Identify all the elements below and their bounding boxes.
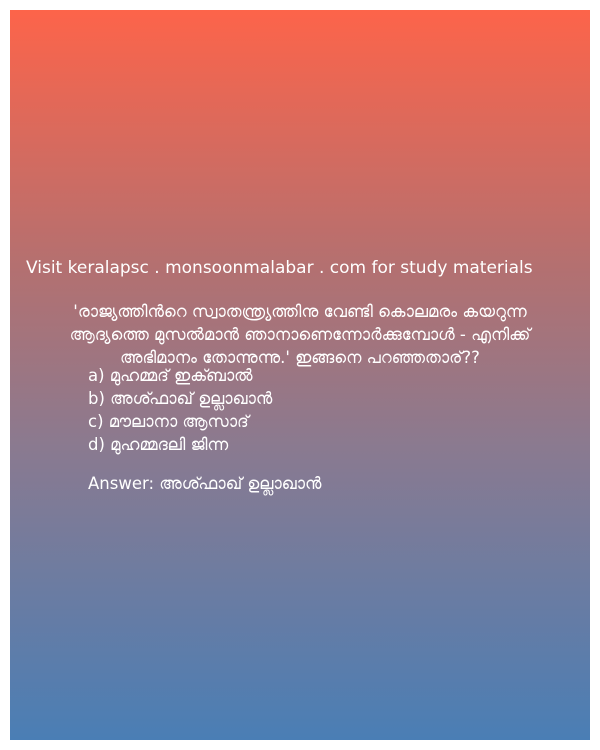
option-c: c) മൗലാനാ ആസാദ് (88, 412, 249, 431)
question-text: 'രാജ്യത്തിൻറെ സ്വാതന്ത്ര്യത്തിനു വേണ്ടി … (16, 300, 584, 369)
option-a: a) മുഹമ്മദ് ഇക്ബാൽ (88, 366, 253, 385)
option-b: b) അശ്ഫാഖ് ഉല്ലാഖാൻ (88, 389, 273, 408)
quiz-card: Visit keralapsc . monsoonmalabar . com f… (10, 10, 590, 740)
option-d: d) മുഹമ്മദലി ജിന്ന (88, 435, 229, 454)
question-line: ആദ്യത്തെ മുസൽമാൻ ഞാനാണെന്നോർക്കുമ്പോൾ - … (69, 325, 531, 344)
answer-text: Answer: അശ്ഫാഖ് ഉല്ലാഖാൻ (88, 474, 322, 493)
question-line: 'രാജ്യത്തിൻറെ സ്വാതന്ത്ര്യത്തിനു വേണ്ടി … (73, 302, 527, 321)
promo-text: Visit keralapsc . monsoonmalabar . com f… (26, 258, 533, 278)
options-list: a) മുഹമ്മദ് ഇക്ബാൽ b) അശ്ഫാഖ് ഉല്ലാഖാൻ c… (88, 364, 272, 456)
